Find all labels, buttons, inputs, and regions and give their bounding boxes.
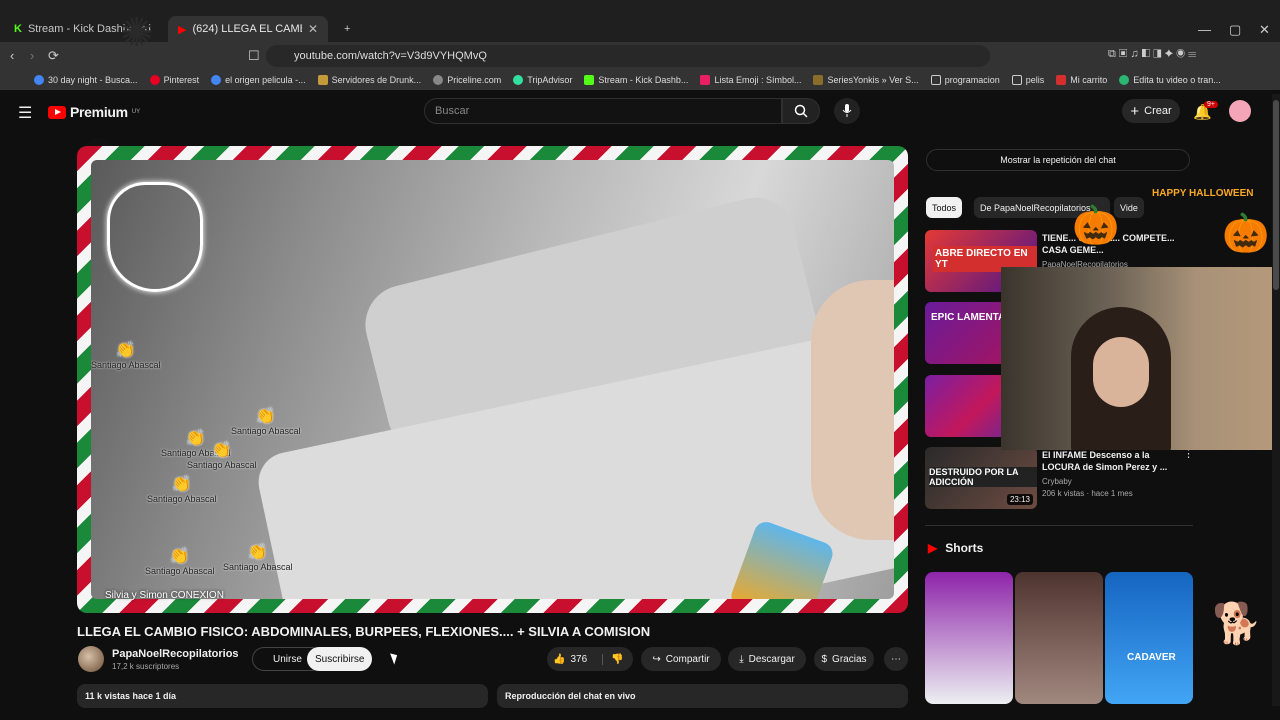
bookmark-item[interactable]: Stream - Kick Dashb... [584, 75, 688, 85]
reload-icon[interactable]: ⟳ [48, 48, 59, 64]
tab-youtube[interactable]: ▶ (624) LLEGA EL CAMBIO FISIC ✕ [168, 16, 328, 42]
youtube-logo[interactable]: Premium UY [48, 104, 140, 120]
bookmark-item[interactable]: Mi carrito [1056, 75, 1107, 85]
thumbs-up-icon: 👍 [553, 653, 566, 665]
browser-tabstrip: K Stream - Kick Dashboard ▶ (624) LLEGA … [0, 0, 1280, 42]
share-button[interactable]: ↪ Compartir [641, 647, 721, 671]
voice-search-button[interactable] [834, 98, 860, 124]
like-button[interactable]: 👍 376 👎 [547, 647, 633, 671]
santa-logo-icon [107, 182, 203, 292]
logo-region: UY [131, 109, 141, 115]
subscribe-button[interactable]: Suscribirse [307, 647, 373, 671]
scrollbar-thumb[interactable] [1273, 100, 1279, 290]
short-video[interactable] [925, 572, 1013, 704]
tab-title: (624) LLEGA EL CAMBIO FISIC [192, 23, 301, 35]
video-watermark: Silvia y Simon CONEXION [105, 590, 224, 601]
share-icon: ↪ [652, 653, 661, 665]
channel-avatar[interactable] [78, 646, 104, 672]
forward-icon[interactable]: › [30, 48, 34, 63]
download-icon: ⤓ [739, 653, 744, 665]
bookmark-item[interactable]: el origen pelicula -... [211, 75, 306, 85]
search-button[interactable] [782, 98, 820, 124]
search-icon [794, 104, 808, 118]
search-input[interactable]: Buscar [424, 98, 782, 124]
short-video[interactable]: CADAVER [1105, 572, 1193, 704]
url-bar[interactable]: youtube.com/watch?v=V3d9VYHQMvQ [266, 45, 990, 67]
menu-icon[interactable]: ☰ [18, 103, 32, 123]
show-chat-replay-button[interactable]: Mostrar la repetición del chat [926, 149, 1190, 171]
video-channel: Crybaby [1042, 477, 1072, 486]
video-player[interactable]: 👏 Santiago Abascal 👏 Santiago Abascal 👏 San… [77, 146, 908, 613]
thanks-button[interactable]: $ Gracias [814, 647, 874, 671]
bookmark-item[interactable]: Edita tu video o tran... [1119, 75, 1221, 85]
thumbs-down-icon[interactable]: 👎 [602, 653, 624, 665]
video-title: El INFAME Descenso a la LOCURA de Simon … [1042, 450, 1168, 472]
chip-all[interactable]: Todos [926, 197, 963, 218]
window-close-icon[interactable]: ✕ [1259, 22, 1270, 38]
webcam-overlay [1001, 267, 1280, 450]
video-stats: 206 k vistas · hace 1 mes [1042, 489, 1133, 498]
recommended-video[interactable]: DESTRUIDO POR LA ADICCIÓN 23:13 El INFAM… [925, 447, 1194, 509]
divider [925, 525, 1193, 526]
bookmarks-bar: 30 day night - Busca... Pinterest el ori… [0, 70, 1280, 90]
more-actions-button[interactable]: ⋯ [884, 647, 908, 671]
url-text: youtube.com/watch?v=V3d9VYHQMvQ [294, 50, 487, 62]
youtube-tab-icon: ▶ [178, 23, 187, 36]
description-bar[interactable]: 11 k vistas hace 1 día [77, 684, 488, 708]
bookmark-item[interactable]: SeriesYonkis » Ver S... [813, 75, 919, 85]
maximize-icon[interactable]: ▢ [1229, 22, 1241, 38]
happy-halloween-decoration: HAPPY HALLOWEEN [1152, 188, 1254, 199]
close-icon[interactable]: ✕ [308, 22, 318, 36]
more-icon: ⋯ [891, 653, 901, 665]
logo-text: Premium [70, 104, 128, 120]
create-button[interactable]: + Crear [1122, 99, 1180, 123]
bookmark-item[interactable]: Priceline.com [433, 75, 501, 85]
spider-web-decoration: ✺ [120, 11, 154, 55]
chat-overlay: 👏 Santiago Abascal [147, 476, 217, 504]
subscriber-count: 17,2 k suscriptores [112, 662, 180, 671]
bookmark-item[interactable]: 30 day night - Busca... [34, 75, 138, 85]
video-title: LLEGA EL CAMBIO FISICO: ABDOMINALES, BUR… [77, 624, 651, 639]
bookmark-item[interactable]: TripAdvisor [513, 75, 572, 85]
thanks-icon: $ [821, 653, 828, 665]
bookmark-folder[interactable]: programacion [930, 75, 1000, 85]
shorts-section-title: ▶ Shorts [928, 541, 984, 555]
notifications-badge: 9+ [1204, 101, 1218, 108]
webcam-person-face [1093, 337, 1149, 407]
bookmark-icon[interactable]: ☐ [248, 48, 260, 64]
download-button[interactable]: ⤓ Descargar [728, 647, 806, 671]
chat-overlay: 👏 Santiago Abascal [231, 408, 301, 436]
microphone-icon [842, 104, 852, 117]
bookmark-item[interactable]: Servidores de Drunk... [317, 75, 421, 85]
minimize-icon[interactable]: — [1198, 22, 1211, 37]
mouse-cursor [390, 651, 400, 665]
pumpkin-decoration: 🎃 [1072, 205, 1120, 247]
chat-overlay: 👏 Santiago Abascal [91, 342, 161, 370]
new-tab-button[interactable]: + [334, 16, 354, 42]
dog-decoration: 🐕 [1212, 602, 1262, 646]
chat-overlay: 👏 Santiago Abascal [223, 544, 293, 572]
video-person [811, 280, 894, 540]
account-avatar[interactable] [1229, 100, 1251, 122]
bookmark-item[interactable]: Pinterest [149, 75, 199, 85]
chat-replay-bar[interactable]: Reproducción del chat en vivo [497, 684, 908, 708]
channel-name[interactable]: PapaNoelRecopilatorios [112, 648, 239, 660]
youtube-play-icon [48, 105, 66, 119]
extensions-icons[interactable]: ⧉ ▣ ♫ ◧ ◨ ✦ ◉ ☰ [1108, 48, 1196, 61]
video-thumbnail: DESTRUIDO POR LA ADICCIÓN 23:13 [925, 447, 1037, 509]
video-duration: 23:13 [1006, 494, 1033, 505]
video-frame: 👏 Santiago Abascal 👏 Santiago Abascal 👏 San… [91, 160, 894, 599]
short-video[interactable] [1015, 572, 1103, 704]
plus-icon: + [1130, 102, 1140, 120]
chat-overlay: 👏 Santiago Abascal [145, 548, 215, 576]
shorts-icon: ▶ [928, 541, 938, 555]
kick-icon: K [14, 23, 22, 35]
pumpkin-decoration: 🎃 [1222, 213, 1270, 255]
back-icon[interactable]: ‹ [10, 48, 14, 63]
chat-overlay: 👏 Santiago Abascal [187, 442, 257, 470]
bookmark-folder[interactable]: pelis [1011, 75, 1044, 85]
bookmark-item[interactable]: Lista Emoji : Símbol... [700, 75, 801, 85]
